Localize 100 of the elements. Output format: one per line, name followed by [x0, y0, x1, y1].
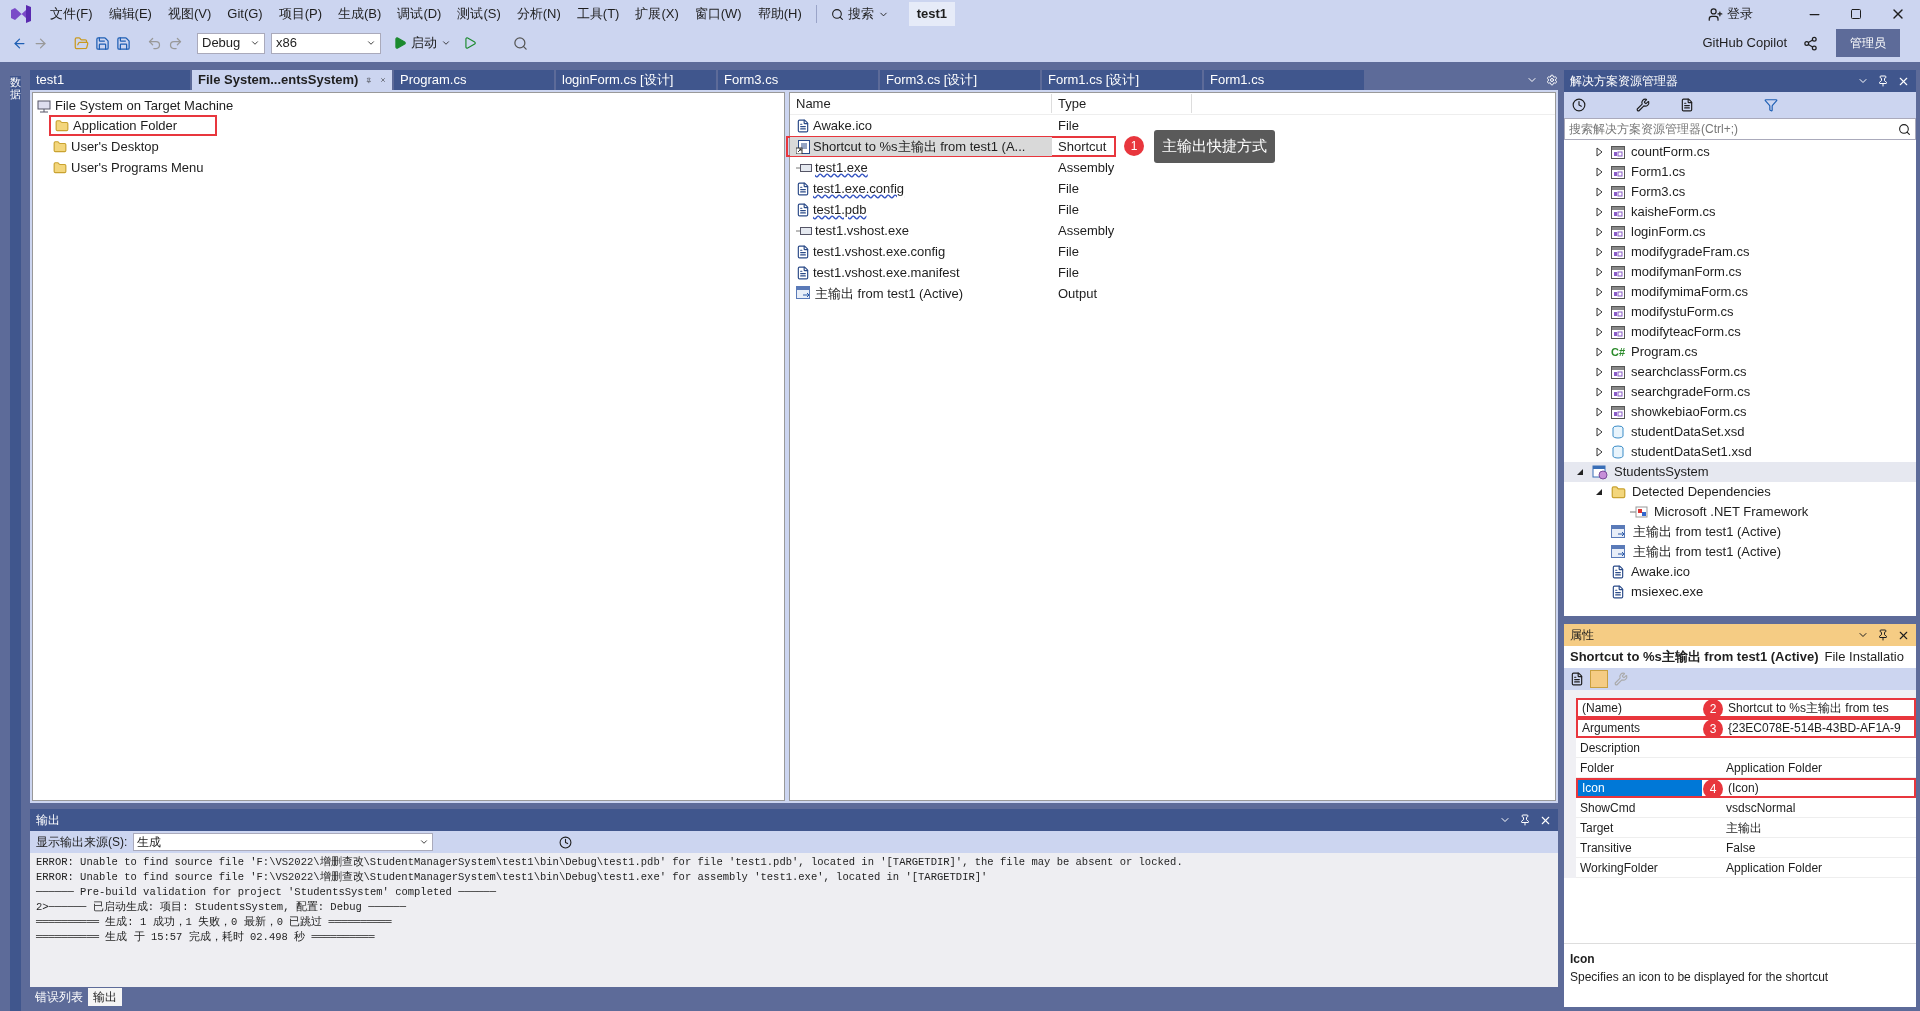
property-value[interactable]: Application Folder: [1722, 758, 1823, 777]
tree-item[interactable]: countForm.cs: [1631, 142, 1710, 162]
property-value[interactable]: False: [1722, 838, 1756, 857]
panel-tab[interactable]: 输出: [88, 988, 122, 1006]
clock-icon[interactable]: [559, 835, 573, 849]
menu-item[interactable]: 扩展(X): [627, 4, 687, 24]
expand-arrow-icon[interactable]: [1593, 246, 1605, 258]
tree-item[interactable]: Form1.cs: [1631, 162, 1686, 182]
document-tab[interactable]: loginForm.cs [设计]: [556, 70, 716, 90]
property-value[interactable]: 主输出: [1722, 818, 1762, 837]
property-name[interactable]: Transitive: [1576, 838, 1700, 857]
properties-icon[interactable]: [1636, 98, 1650, 112]
property-value[interactable]: Application Folder: [1722, 858, 1823, 877]
run-without-debugging-icon[interactable]: [463, 36, 477, 50]
tree-item[interactable]: studentDataSet.xsd: [1631, 422, 1745, 442]
expand-arrow-icon[interactable]: [1593, 186, 1605, 198]
file-row[interactable]: test1.exe: [790, 158, 1052, 177]
menu-item[interactable]: 工具(T): [568, 4, 628, 24]
expand-arrow-icon[interactable]: [1593, 446, 1605, 458]
expand-arrow-icon[interactable]: [1593, 146, 1605, 158]
property-name[interactable]: (Name): [1578, 700, 1702, 716]
expand-arrow-icon[interactable]: [1593, 346, 1605, 358]
document-tab[interactable]: Form3.cs: [718, 70, 878, 90]
tree-item[interactable]: searchgradeForm.cs: [1631, 382, 1751, 402]
source-dropdown[interactable]: 生成: [133, 833, 434, 851]
menu-item[interactable]: 视图(V): [159, 4, 220, 24]
search-field[interactable]: 搜索解决方案资源管理器(Ctrl+;): [1564, 118, 1916, 140]
menu-item[interactable]: 调试(D): [389, 4, 450, 24]
property-name[interactable]: Description: [1576, 738, 1700, 757]
document-tab[interactable]: Form1.cs: [1204, 70, 1364, 90]
property-name[interactable]: Icon: [1578, 780, 1702, 796]
property-name[interactable]: WorkingFolder: [1576, 858, 1700, 877]
document-tab[interactable]: Form1.cs [设计]: [1042, 70, 1202, 90]
document-tab[interactable]: Form3.cs [设计]: [880, 70, 1040, 90]
tree-item[interactable]: Program.cs: [1631, 342, 1698, 362]
menu-item[interactable]: 文件(F): [42, 4, 101, 24]
property-name[interactable]: Target: [1576, 818, 1700, 837]
expand-arrow-icon[interactable]: [1593, 306, 1605, 318]
menu-item[interactable]: 测试(S): [449, 4, 509, 24]
expand-arrow-icon[interactable]: [1593, 366, 1605, 378]
tree-item[interactable]: showkebiaoForm.cs: [1631, 402, 1747, 422]
property-name[interactable]: Folder: [1576, 758, 1700, 777]
platform-dropdown[interactable]: x86: [271, 32, 381, 54]
menu-item[interactable]: 分析(N): [508, 4, 569, 24]
tree-item[interactable]: User's Desktop: [71, 136, 159, 157]
tree-item[interactable]: searchclassForm.cs: [1631, 362, 1747, 382]
tree-item[interactable]: loginForm.cs: [1631, 222, 1706, 242]
file-row[interactable]: Awake.ico: [790, 116, 1052, 135]
pin-icon[interactable]: [1519, 814, 1531, 826]
file-row[interactable]: 主输出 from test1 (Active): [790, 284, 1052, 303]
start-button[interactable]: 启动: [393, 33, 451, 53]
tree-item[interactable]: msiexec.exe: [1631, 582, 1704, 602]
history-icon[interactable]: [1572, 98, 1586, 112]
side-tab[interactable]: 数据: [9, 76, 21, 1011]
tree-item[interactable]: Form3.cs: [1631, 182, 1686, 202]
sign-in-button[interactable]: 登录: [1708, 4, 1753, 24]
expand-arrow-icon[interactable]: [1593, 226, 1605, 238]
tree-item[interactable]: User's Programs Menu: [71, 157, 204, 178]
property-value[interactable]: (Icon): [1724, 779, 1759, 797]
tree-item[interactable]: Application Folder: [73, 115, 178, 136]
expand-arrow-icon[interactable]: [1593, 266, 1605, 278]
pin-icon[interactable]: [1877, 629, 1889, 641]
menu-item[interactable]: 编辑(E): [100, 4, 160, 24]
back-icon[interactable]: [12, 35, 27, 51]
categorized-icon[interactable]: [1570, 672, 1584, 686]
tree-item[interactable]: 主输出 from test1 (Active): [1633, 522, 1782, 542]
save-icon[interactable]: [95, 35, 110, 51]
column-header[interactable]: Name: [790, 93, 1052, 114]
tree-item[interactable]: Detected Dependencies: [1632, 482, 1771, 502]
file-row[interactable]: Shortcut to %s主输出 from test1 (A...: [790, 137, 1052, 156]
copilot-button[interactable]: GitHub Copilot: [1702, 33, 1787, 53]
save-all-icon[interactable]: [116, 35, 131, 51]
menu-item[interactable]: 项目(P): [270, 4, 331, 24]
expand-arrow-icon[interactable]: [1593, 386, 1605, 398]
configuration-dropdown[interactable]: Debug: [197, 32, 265, 54]
menu-item[interactable]: 帮助(H): [749, 4, 810, 24]
file-row[interactable]: test1.exe.config: [790, 179, 1052, 198]
column-header[interactable]: Type: [1052, 93, 1192, 114]
file-row[interactable]: test1.vshost.exe: [790, 221, 1052, 240]
document-tab[interactable]: Program.cs: [394, 70, 554, 90]
file-row[interactable]: test1.vshost.exe.config: [790, 242, 1052, 261]
tree-item[interactable]: modifyteacForm.cs: [1631, 322, 1741, 342]
expand-arrow-icon[interactable]: [1593, 206, 1605, 218]
property-value[interactable]: {23EC078E-514B-43BD-AF1A-9: [1724, 719, 1901, 737]
restore-icon[interactable]: [1850, 8, 1862, 20]
tree-item[interactable]: studentDataSet1.xsd: [1631, 442, 1752, 462]
expand-arrow-icon[interactable]: [1593, 406, 1605, 418]
panel-tab[interactable]: 错误列表: [30, 988, 88, 1006]
tree-item[interactable]: Microsoft .NET Framework: [1654, 502, 1809, 522]
find-in-files-icon[interactable]: [513, 35, 528, 51]
expand-arrow-icon[interactable]: [1593, 166, 1605, 178]
admin-button[interactable]: 管理员: [1836, 29, 1900, 57]
expand-arrow-icon[interactable]: [1593, 286, 1605, 298]
file-row[interactable]: test1.pdb: [790, 200, 1052, 219]
tree-item[interactable]: modifymimaForm.cs: [1631, 282, 1748, 302]
property-value[interactable]: Shortcut to %s主输出 from tes: [1724, 699, 1889, 717]
tree-item[interactable]: modifygradeFram.cs: [1631, 242, 1750, 262]
file-row[interactable]: test1.vshost.exe.manifest: [790, 263, 1052, 282]
property-name[interactable]: ShowCmd: [1576, 798, 1700, 817]
document-tab[interactable]: test1: [30, 70, 190, 90]
